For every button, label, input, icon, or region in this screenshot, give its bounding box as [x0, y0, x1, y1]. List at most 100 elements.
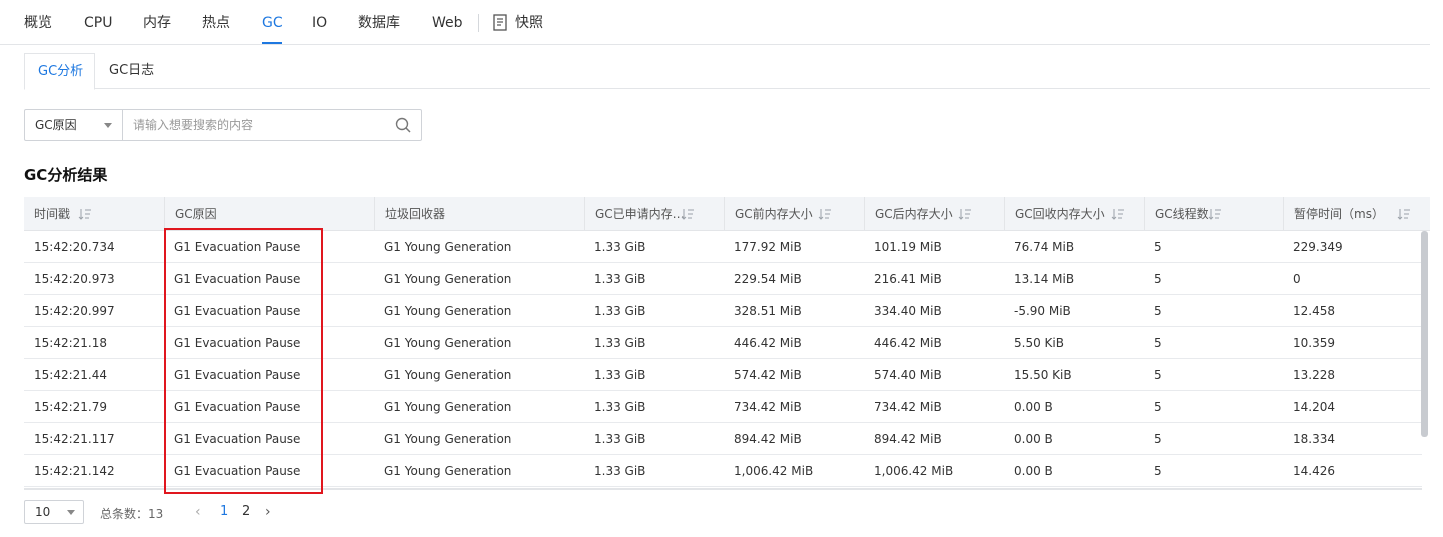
tab-web[interactable]: Web: [432, 14, 463, 32]
column-header-label: GC线程数: [1155, 207, 1209, 221]
table-row[interactable]: 15:42:21.142 G1 Evacuation Pause G1 Young …: [24, 455, 1422, 487]
col-memory-before-cell: 1,006.42 MiB: [734, 464, 814, 478]
search-field-select[interactable]: GC原因: [25, 110, 123, 140]
tab-io[interactable]: IO: [312, 14, 327, 32]
col-memory-after-cell: 574.40 MiB: [874, 368, 942, 382]
table-row[interactable]: 15:42:21.79 G1 Evacuation Pause G1 Young G…: [24, 391, 1422, 423]
document-snapshot-icon[interactable]: [493, 14, 507, 31]
page-1[interactable]: 1: [220, 503, 228, 521]
column-header-label: GC后内存大小: [875, 207, 953, 221]
col-timestamp-header[interactable]: 时间戳: [24, 197, 164, 231]
col-timestamp-cell: 15:42:20.997: [34, 304, 115, 318]
col-allocated-memory-cell: 1.33 GiB: [594, 464, 646, 478]
col-allocated-memory-cell: 1.33 GiB: [594, 368, 646, 382]
col-timestamp-cell: 15:42:21.79: [34, 400, 107, 414]
col-memory-after-cell: 216.41 MiB: [874, 272, 942, 286]
col-allocated-memory-cell: 1.33 GiB: [594, 336, 646, 350]
prev-page-icon[interactable]: ‹: [195, 503, 201, 521]
tab-cpu[interactable]: CPU: [84, 14, 112, 32]
tab-snapshot[interactable]: 快照: [515, 14, 543, 32]
table-row[interactable]: 15:42:21.18 G1 Evacuation Pause G1 Young G…: [24, 327, 1422, 359]
col-pause-time-cell: 18.334: [1293, 432, 1335, 446]
col-memory-reclaimed-cell: 0.00 B: [1014, 432, 1053, 446]
col-memory-reclaimed-cell: 0.00 B: [1014, 400, 1053, 414]
col-allocated-memory-cell: 1.33 GiB: [594, 272, 646, 286]
gc-analysis-table: 时间戳 GC原因 垃圾回收器 GC已申请内存… GC前内存大小 GC后内存大小 GC回收内存…: [24, 197, 1430, 489]
sort-icon[interactable]: [681, 208, 695, 220]
col-memory-reclaimed-cell: -5.90 MiB: [1014, 304, 1071, 318]
col-gc-threads-cell: 5: [1154, 304, 1162, 318]
col-timestamp-cell: 15:42:21.117: [34, 432, 115, 446]
col-pause-time-cell: 229.349: [1293, 240, 1343, 254]
table-row[interactable]: 15:42:21.44 G1 Evacuation Pause G1 Young G…: [24, 359, 1422, 391]
search-button[interactable]: [387, 110, 421, 140]
col-pause-time-cell: 10.359: [1293, 336, 1335, 350]
col-timestamp-cell: 15:42:21.142: [34, 464, 115, 478]
col-memory-after-header[interactable]: GC后内存大小: [864, 197, 1004, 231]
column-header-label: 垃圾回收器: [385, 207, 446, 221]
col-memory-before-cell: 574.42 MiB: [734, 368, 802, 382]
tab-hotspot[interactable]: 热点: [202, 14, 230, 32]
sort-icon[interactable]: [1208, 208, 1222, 220]
col-memory-before-cell: 177.92 MiB: [734, 240, 802, 254]
sort-icon[interactable]: [1397, 208, 1411, 220]
col-pause-time-cell: 12.458: [1293, 304, 1335, 318]
col-gc-threads-cell: 5: [1154, 400, 1162, 414]
table-row[interactable]: 15:42:21.117 G1 Evacuation Pause G1 Young …: [24, 423, 1422, 455]
table-row[interactable]: 15:42:20.734 G1 Evacuation Pause G1 Young …: [24, 231, 1422, 263]
sort-icon[interactable]: [958, 208, 972, 220]
col-memory-before-cell: 229.54 MiB: [734, 272, 802, 286]
col-memory-reclaimed-cell: 5.50 KiB: [1014, 336, 1064, 350]
sort-icon[interactable]: [78, 208, 92, 220]
nav-divider: [478, 14, 479, 32]
table-bottom-border: [24, 488, 1422, 490]
col-timestamp-cell: 15:42:21.18: [34, 336, 107, 350]
table-row[interactable]: 15:42:20.997 G1 Evacuation Pause G1 Young …: [24, 295, 1422, 327]
next-page-icon[interactable]: ›: [265, 503, 271, 521]
col-memory-after-cell: 1,006.42 MiB: [874, 464, 954, 478]
col-pause-time-cell: 14.204: [1293, 400, 1335, 414]
section-title: GC分析结果: [24, 166, 108, 184]
col-memory-reclaimed-cell: 76.74 MiB: [1014, 240, 1075, 254]
sort-icon[interactable]: [818, 208, 832, 220]
col-memory-after-cell: 101.19 MiB: [874, 240, 942, 254]
table-row[interactable]: 15:42:20.973 G1 Evacuation Pause G1 Young …: [24, 263, 1422, 295]
search-input[interactable]: [123, 110, 387, 140]
col-collector-cell: G1 Young Generation: [384, 272, 512, 286]
col-collector-cell: G1 Young Generation: [384, 240, 512, 254]
col-gc-threads-cell: 5: [1154, 368, 1162, 382]
col-allocated-memory-header[interactable]: GC已申请内存…: [584, 197, 724, 231]
tab-overview[interactable]: 概览: [24, 14, 52, 32]
col-gc-reason-cell: G1 Evacuation Pause: [174, 432, 301, 446]
col-pause-time-cell: 13.228: [1293, 368, 1335, 382]
col-collector-cell: G1 Young Generation: [384, 368, 512, 382]
col-memory-before-cell: 894.42 MiB: [734, 432, 802, 446]
sort-icon[interactable]: [1111, 208, 1125, 220]
col-gc-reason-cell: G1 Evacuation Pause: [174, 336, 301, 350]
col-gc-threads-header[interactable]: GC线程数: [1144, 197, 1283, 231]
tab-memory[interactable]: 内存: [143, 14, 171, 32]
chevron-down-icon: [67, 510, 75, 515]
col-gc-threads-cell: 5: [1154, 464, 1162, 478]
active-tab-indicator: [262, 42, 282, 44]
page-size-select[interactable]: 10: [24, 500, 84, 524]
col-memory-before-cell: 446.42 MiB: [734, 336, 802, 350]
col-collector-cell: G1 Young Generation: [384, 400, 512, 414]
table-scrollbar[interactable]: [1421, 231, 1428, 437]
page-2[interactable]: 2: [242, 503, 250, 521]
col-pause-time-cell: 14.426: [1293, 464, 1335, 478]
col-memory-reclaimed-header[interactable]: GC回收内存大小: [1004, 197, 1144, 231]
col-gc-reason-cell: G1 Evacuation Pause: [174, 272, 301, 286]
tab-database[interactable]: 数据库: [358, 14, 400, 32]
col-memory-before-header[interactable]: GC前内存大小: [724, 197, 864, 231]
col-pause-time-header[interactable]: 暂停时间（ms）: [1283, 197, 1430, 231]
tab-gc[interactable]: GC: [262, 14, 283, 32]
col-gc-threads-cell: 5: [1154, 432, 1162, 446]
col-timestamp-cell: 15:42:20.734: [34, 240, 115, 254]
col-gc-reason-cell: G1 Evacuation Pause: [174, 304, 301, 318]
col-memory-reclaimed-cell: 15.50 KiB: [1014, 368, 1072, 382]
col-gc-reason-cell: G1 Evacuation Pause: [174, 464, 301, 478]
subtab-gc-analysis[interactable]: GC分析: [24, 53, 95, 90]
subtab-gc-log[interactable]: GC日志: [96, 53, 167, 89]
col-collector-cell: G1 Young Generation: [384, 336, 512, 350]
